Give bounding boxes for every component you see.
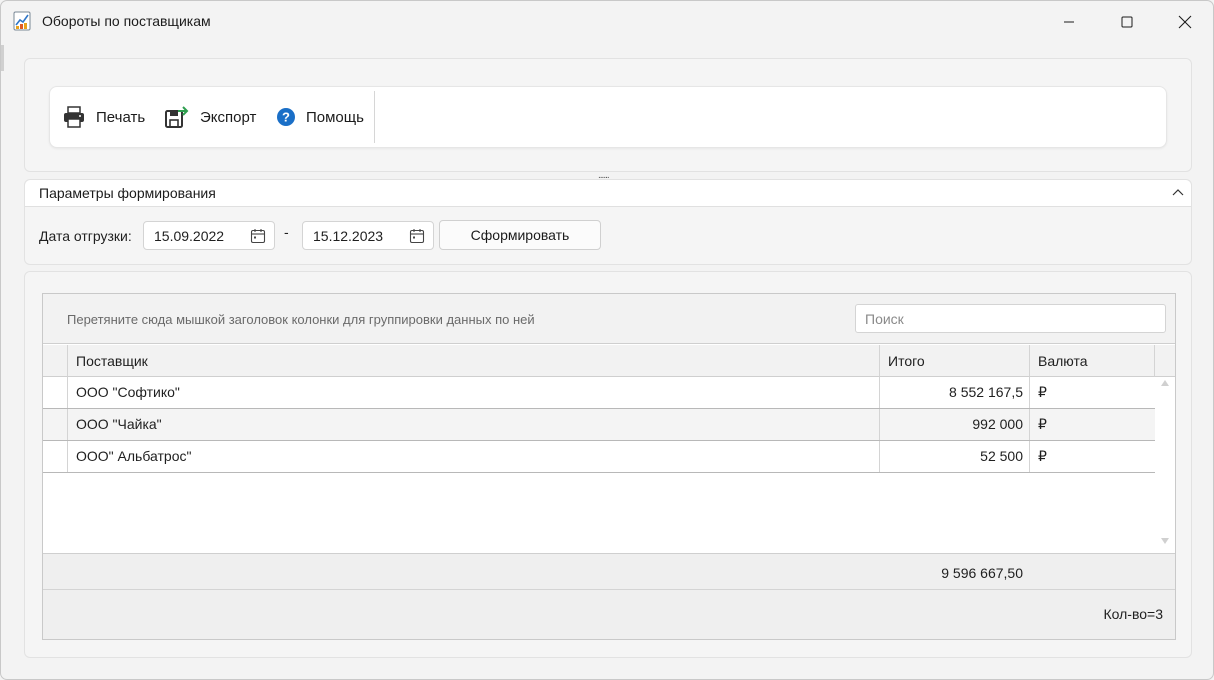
group-hint: Перетяните сюда мышкой заголовок колонки… bbox=[67, 312, 535, 327]
data-panel: Перетяните сюда мышкой заголовок колонки… bbox=[24, 271, 1192, 658]
maximize-icon bbox=[1121, 16, 1133, 28]
scroll-up-icon[interactable] bbox=[1160, 379, 1170, 387]
currency-value: ₽ bbox=[1038, 448, 1047, 464]
params-title: Параметры формирования bbox=[39, 185, 216, 201]
currency-cell[interactable]: ₽ bbox=[1030, 409, 1155, 440]
toolbar-panel: Печать Экспорт ? Помощь bbox=[24, 58, 1192, 172]
row-indicator[interactable] bbox=[43, 377, 68, 408]
summary-total: 9 596 667,50 bbox=[941, 565, 1023, 581]
search-input[interactable] bbox=[855, 304, 1166, 333]
date-from-field[interactable]: 15.09.2022 bbox=[143, 221, 275, 250]
minimize-icon bbox=[1064, 21, 1074, 23]
total-value: 8 552 167,5 bbox=[949, 384, 1023, 400]
column-header-currency[interactable]: Валюта bbox=[1030, 345, 1155, 377]
export-button[interactable]: Экспорт bbox=[164, 87, 256, 147]
group-panel[interactable]: Перетяните сюда мышкой заголовок колонки… bbox=[43, 294, 1175, 344]
column-header-label: Валюта bbox=[1038, 353, 1088, 369]
chevron-up-icon[interactable] bbox=[1171, 186, 1185, 200]
supplier-value: ООО "Софтико" bbox=[76, 384, 180, 400]
printer-icon bbox=[64, 106, 84, 128]
row-indicator[interactable] bbox=[43, 441, 68, 472]
export-icon bbox=[165, 106, 189, 128]
currency-value: ₽ bbox=[1038, 384, 1047, 400]
grid-rows: ООО "Софтико" 8 552 167,5 ₽ ООО "Чайка" … bbox=[43, 377, 1155, 473]
table-row[interactable]: ООО" Альбатрос" 52 500 ₽ bbox=[43, 441, 1155, 473]
calendar-icon[interactable] bbox=[250, 228, 266, 244]
grid-footer: Кол-во=3 bbox=[43, 590, 1175, 639]
help-label: Помощь bbox=[306, 108, 364, 126]
supplier-cell[interactable]: ООО" Альбатрос" bbox=[68, 441, 880, 472]
vertical-scrollbar[interactable] bbox=[1155, 377, 1175, 553]
supplier-cell[interactable]: ООО "Чайка" bbox=[68, 409, 880, 440]
window-edge bbox=[1, 45, 4, 71]
data-grid: Перетяните сюда мышкой заголовок колонки… bbox=[42, 293, 1176, 640]
scroll-down-icon[interactable] bbox=[1160, 537, 1170, 545]
export-label: Экспорт bbox=[200, 108, 257, 126]
table-row[interactable]: ООО "Софтико" 8 552 167,5 ₽ bbox=[43, 377, 1155, 409]
table-row[interactable]: ООО "Чайка" 992 000 ₽ bbox=[43, 409, 1155, 441]
total-cell[interactable]: 992 000 bbox=[880, 409, 1030, 440]
minimize-button[interactable] bbox=[1040, 1, 1098, 43]
summary-row: 9 596 667,50 bbox=[43, 553, 1175, 590]
print-button[interactable]: Печать bbox=[62, 87, 145, 147]
print-label: Печать bbox=[96, 108, 146, 126]
currency-value: ₽ bbox=[1038, 416, 1047, 432]
supplier-value: ООО "Чайка" bbox=[76, 416, 162, 432]
row-indicator[interactable] bbox=[43, 409, 68, 440]
date-to-value: 15.12.2023 bbox=[313, 228, 384, 244]
date-to-field[interactable]: 15.12.2023 bbox=[302, 221, 434, 250]
scrollbar-header bbox=[1155, 345, 1175, 377]
params-panel: Параметры формирования Дата отгрузки: 15… bbox=[24, 179, 1192, 265]
total-value: 992 000 bbox=[972, 416, 1023, 432]
date-separator: - bbox=[284, 224, 289, 240]
calendar-icon[interactable] bbox=[409, 228, 425, 244]
svg-text:?: ? bbox=[282, 110, 290, 125]
row-indicator-header[interactable] bbox=[43, 345, 68, 377]
column-header-label: Итого bbox=[888, 353, 925, 369]
column-header-supplier[interactable]: Поставщик bbox=[68, 345, 880, 377]
supplier-cell[interactable]: ООО "Софтико" bbox=[68, 377, 880, 408]
title-bar: Обороты по поставщикам bbox=[1, 1, 1213, 43]
currency-cell[interactable]: ₽ bbox=[1030, 441, 1155, 472]
total-cell[interactable]: 8 552 167,5 bbox=[880, 377, 1030, 408]
app-chart-icon bbox=[13, 11, 31, 31]
params-header[interactable]: Параметры формирования bbox=[25, 180, 1191, 207]
date-label: Дата отгрузки: bbox=[39, 228, 132, 244]
total-value: 52 500 bbox=[980, 448, 1023, 464]
row-count: Кол-во=3 bbox=[1103, 606, 1164, 622]
maximize-button[interactable] bbox=[1098, 1, 1156, 43]
column-header-total[interactable]: Итого bbox=[880, 345, 1030, 377]
supplier-value: ООО" Альбатрос" bbox=[76, 448, 192, 464]
app-window: Обороты по поставщикам Печать Экспорт ? … bbox=[0, 0, 1214, 680]
date-from-value: 15.09.2022 bbox=[154, 228, 225, 244]
help-icon: ? bbox=[277, 108, 295, 126]
close-button[interactable] bbox=[1156, 1, 1213, 43]
generate-button[interactable]: Сформировать bbox=[439, 220, 601, 250]
close-icon bbox=[1178, 15, 1192, 29]
column-header-label: Поставщик bbox=[76, 353, 148, 369]
currency-cell[interactable]: ₽ bbox=[1030, 377, 1155, 408]
window-title: Обороты по поставщикам bbox=[42, 13, 211, 29]
help-button[interactable]: ? Помощь bbox=[276, 87, 364, 147]
total-cell[interactable]: 52 500 bbox=[880, 441, 1030, 472]
toolbar-separator bbox=[374, 91, 375, 143]
toolbar: Печать Экспорт ? Помощь bbox=[49, 86, 1167, 148]
